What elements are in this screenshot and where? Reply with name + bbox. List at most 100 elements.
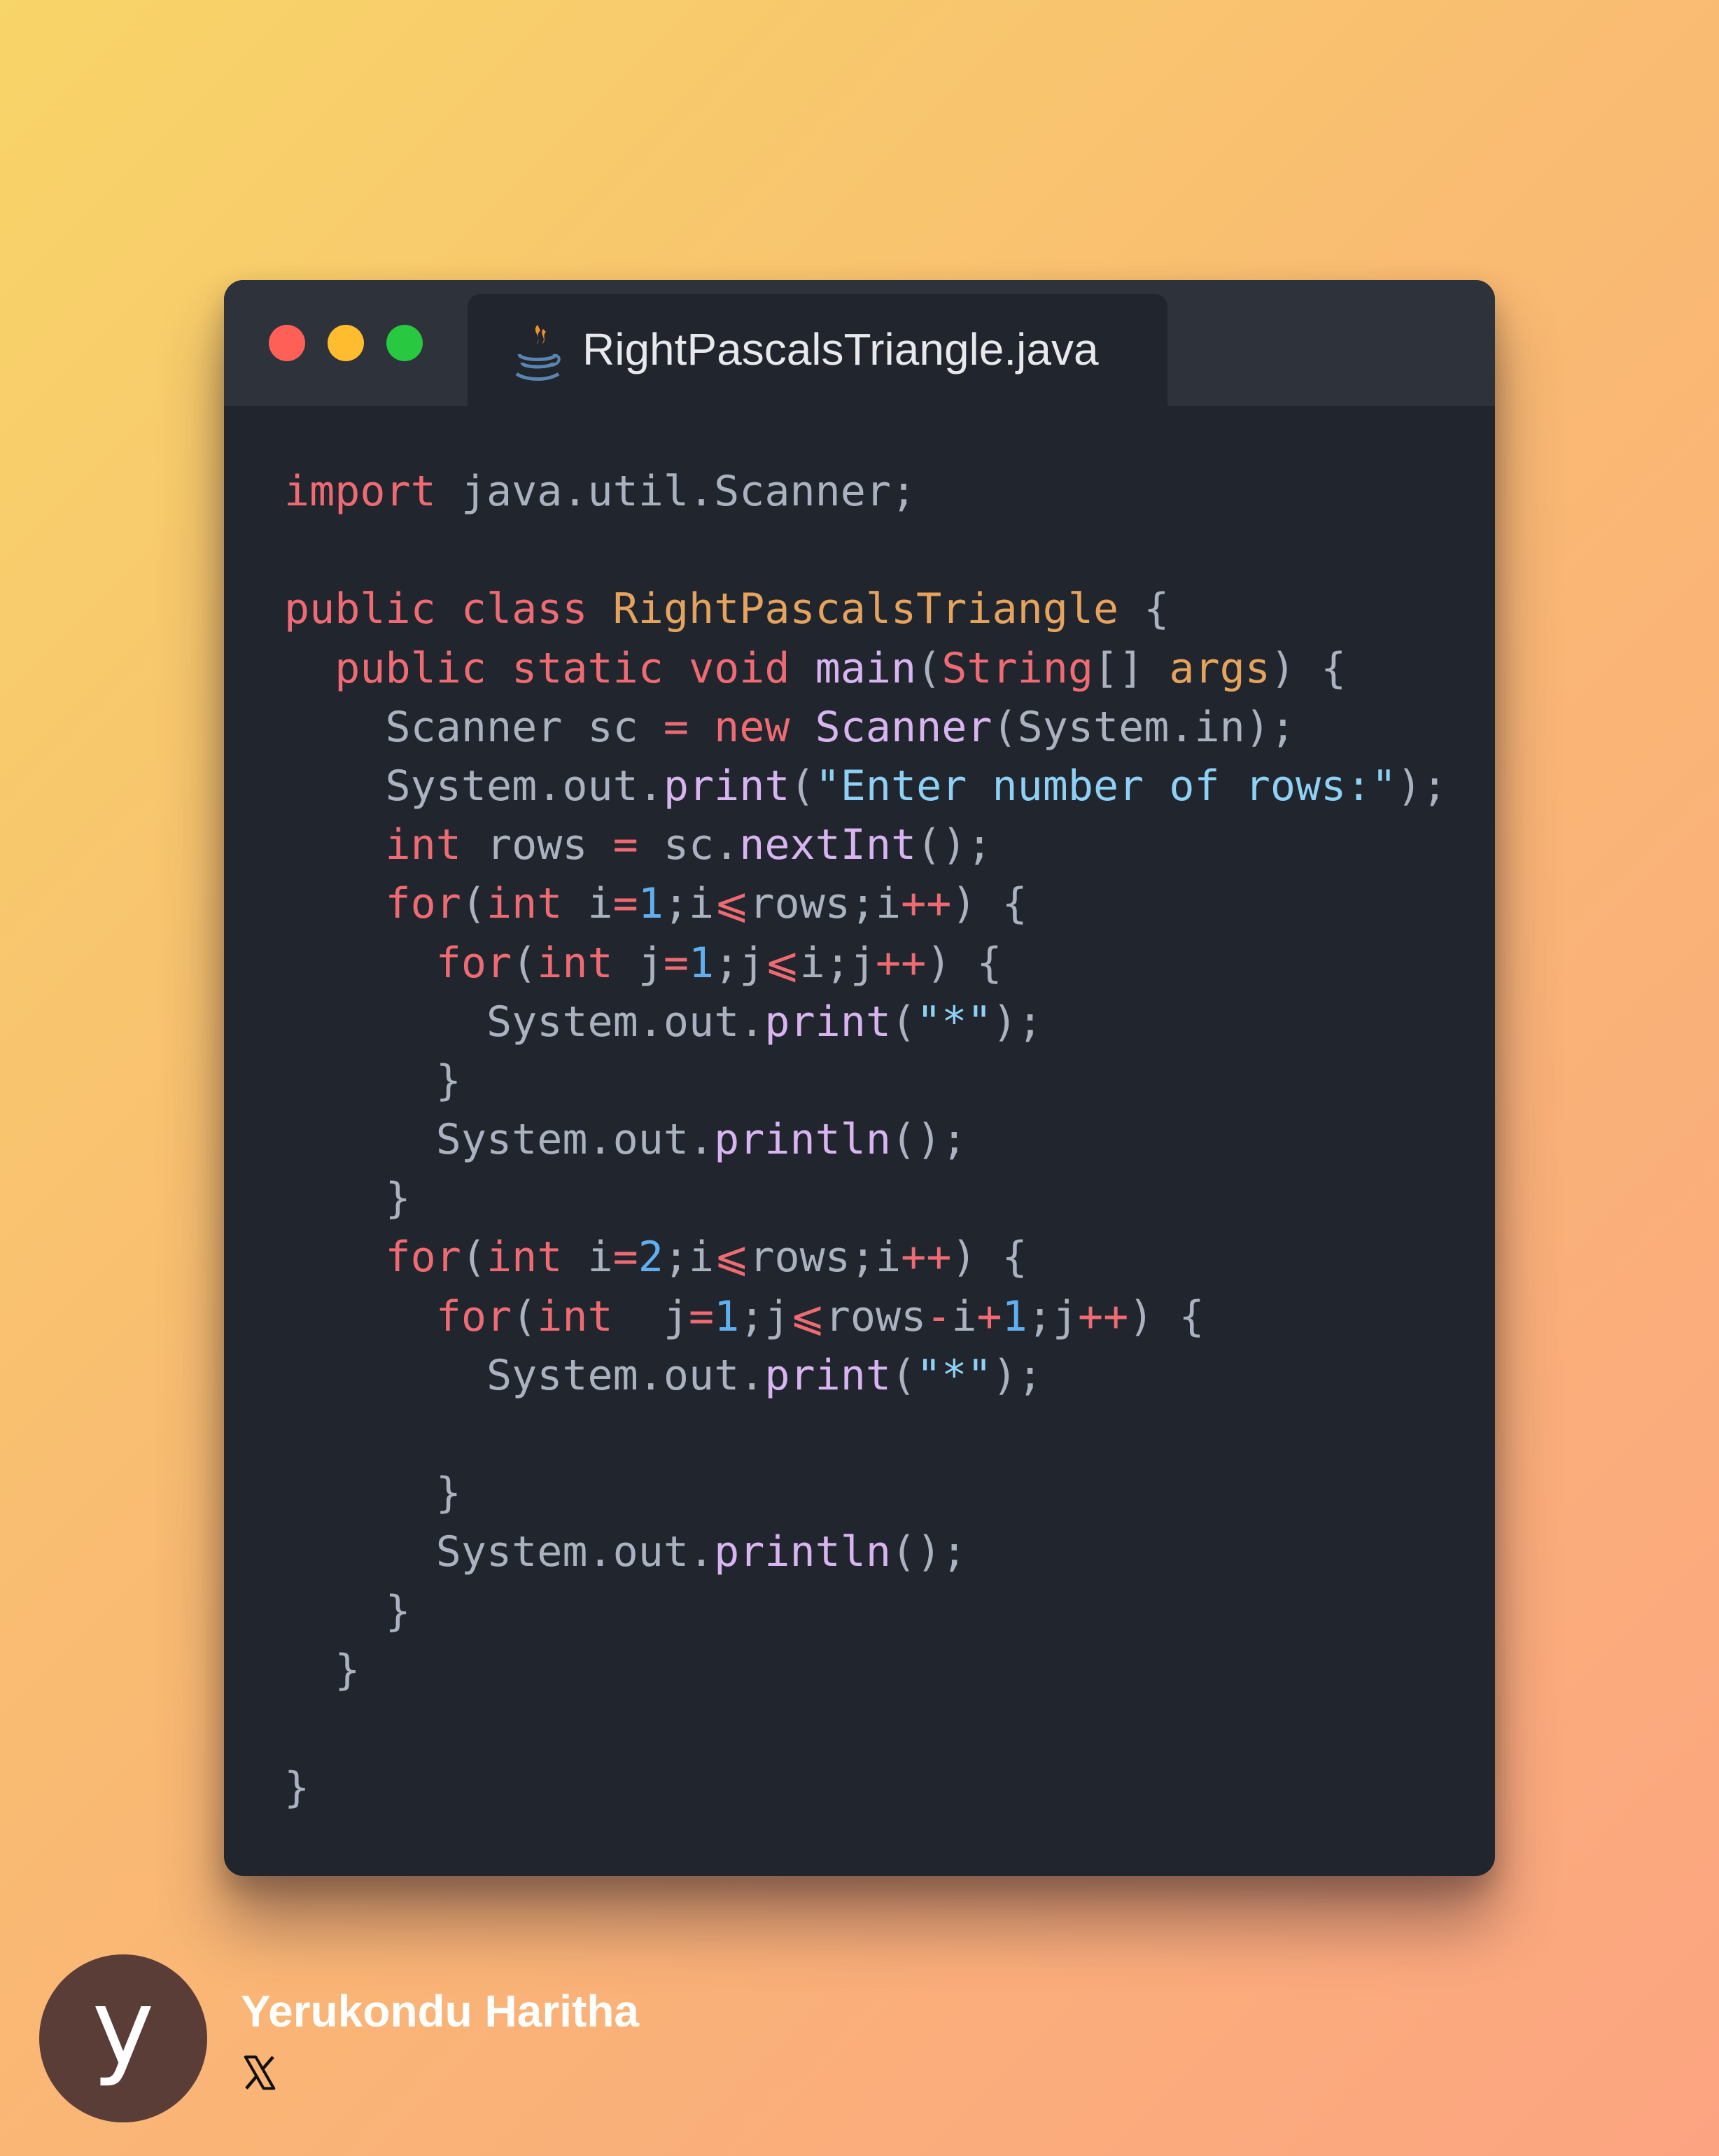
code-token: = — [612, 820, 638, 870]
code-token: print — [764, 1350, 891, 1400]
file-tab[interactable]: RightPascalsTriangle.java — [468, 294, 1167, 406]
code-line: System.out.print("Enter number of rows:"… — [284, 757, 1447, 816]
minimize-window-button[interactable] — [328, 325, 364, 361]
code-line: for(int j=1;j⩽i;j++) { — [284, 934, 1447, 993]
code-line: System.out.print("*"); — [284, 1346, 1447, 1405]
code-token: } — [284, 1056, 461, 1105]
code-token: ) { — [951, 1233, 1027, 1282]
code-token: ++ — [876, 938, 927, 988]
code-token: sc. — [638, 820, 740, 870]
code-window: RightPascalsTriangle.java import java.ut… — [224, 280, 1495, 1876]
code-token: main — [815, 643, 917, 693]
close-window-button[interactable] — [269, 325, 305, 361]
code-token: System.out. — [284, 997, 765, 1046]
code-token: RightPascalsTriangle — [612, 584, 1119, 634]
code-token: println — [714, 1115, 891, 1165]
code-token: java.util.Scanner; — [435, 467, 917, 516]
code-token: } — [284, 1645, 360, 1695]
code-token: rows;i — [749, 879, 901, 929]
code-token: ) { — [1128, 1292, 1205, 1341]
code-token: } — [284, 1586, 411, 1636]
code-token: 1 — [689, 938, 715, 988]
code-token: rows — [461, 820, 613, 870]
author-name: Yerukondu Haritha — [241, 1986, 639, 2036]
code-token: import — [284, 467, 436, 516]
code-line: System.out.println(); — [284, 1522, 1447, 1581]
code-token: "*" — [916, 997, 992, 1046]
code-line: for(int i=1;i⩽rows;i++) { — [284, 874, 1447, 933]
code-token: = — [612, 879, 638, 929]
code-token: print — [663, 761, 790, 811]
code-token: "Enter number of rows:" — [815, 761, 1397, 811]
avatar: y — [39, 1954, 207, 2122]
code-token: { — [1118, 584, 1170, 634]
code-token: ( — [461, 879, 486, 929]
code-token: ) { — [926, 938, 1002, 988]
code-token: int — [537, 1292, 613, 1341]
code-token: j — [612, 938, 664, 988]
code-token: 1 — [1002, 1292, 1027, 1341]
code-token: i;j — [799, 938, 876, 988]
code-token: static — [512, 643, 664, 693]
code-token: ); — [992, 997, 1043, 1046]
code-token: ( — [790, 761, 815, 811]
code-token: System.out. — [284, 1527, 715, 1577]
code-token: = — [689, 1292, 715, 1341]
code-line: for(int i=2;i⩽rows;i++) { — [284, 1228, 1447, 1287]
code-token: ++ — [1078, 1292, 1129, 1341]
code-token: (); — [916, 820, 992, 870]
code-token: Scanner — [815, 702, 992, 752]
code-line: System.out.print("*"); — [284, 993, 1447, 1051]
code-token: public — [284, 584, 436, 634]
code-token: new — [714, 702, 790, 752]
code-token: + — [976, 1292, 1002, 1341]
code-token: ⩽ — [790, 1292, 825, 1341]
code-token: class — [461, 584, 588, 634]
code-token: ); — [1396, 761, 1447, 811]
x-logo-icon[interactable] — [241, 2054, 279, 2092]
code-token: rows;i — [749, 1233, 901, 1282]
code-token: ( — [512, 938, 538, 988]
code-token: args — [1169, 643, 1270, 693]
code-token: for — [385, 879, 461, 929]
code-token: ( — [916, 643, 942, 693]
code-token: ( — [890, 1350, 917, 1400]
code-token: ;j — [739, 1292, 790, 1341]
code-token: System.out. — [284, 761, 664, 811]
code-token: i — [562, 1233, 613, 1282]
code-token: Scanner sc — [284, 702, 664, 752]
code-token: "*" — [916, 1350, 992, 1400]
code-block: import java.util.Scanner; public class R… — [284, 462, 1447, 1817]
code-token: ( — [461, 1233, 486, 1282]
tab-title: RightPascalsTriangle.java — [582, 324, 1099, 374]
code-token: String — [941, 643, 1093, 693]
code-token: System.out. — [284, 1115, 715, 1165]
maximize-window-button[interactable] — [386, 325, 423, 361]
code-token: i — [951, 1292, 977, 1341]
code-token: for — [435, 938, 512, 988]
code-line: } — [284, 1051, 1447, 1110]
code-token: ( — [890, 997, 917, 1046]
code-token: public — [335, 643, 486, 693]
code-line: public static void main(String[] args) { — [284, 639, 1447, 698]
code-token: (System.in); — [992, 702, 1296, 752]
code-token: j — [612, 1292, 689, 1341]
code-token: ) { — [951, 879, 1027, 929]
code-token: println — [714, 1527, 891, 1577]
code-line: int rows = sc.nextInt(); — [284, 816, 1447, 874]
code-token: ( — [512, 1292, 538, 1341]
code-token: (); — [890, 1527, 967, 1577]
code-line: import java.util.Scanner; — [284, 462, 1447, 521]
